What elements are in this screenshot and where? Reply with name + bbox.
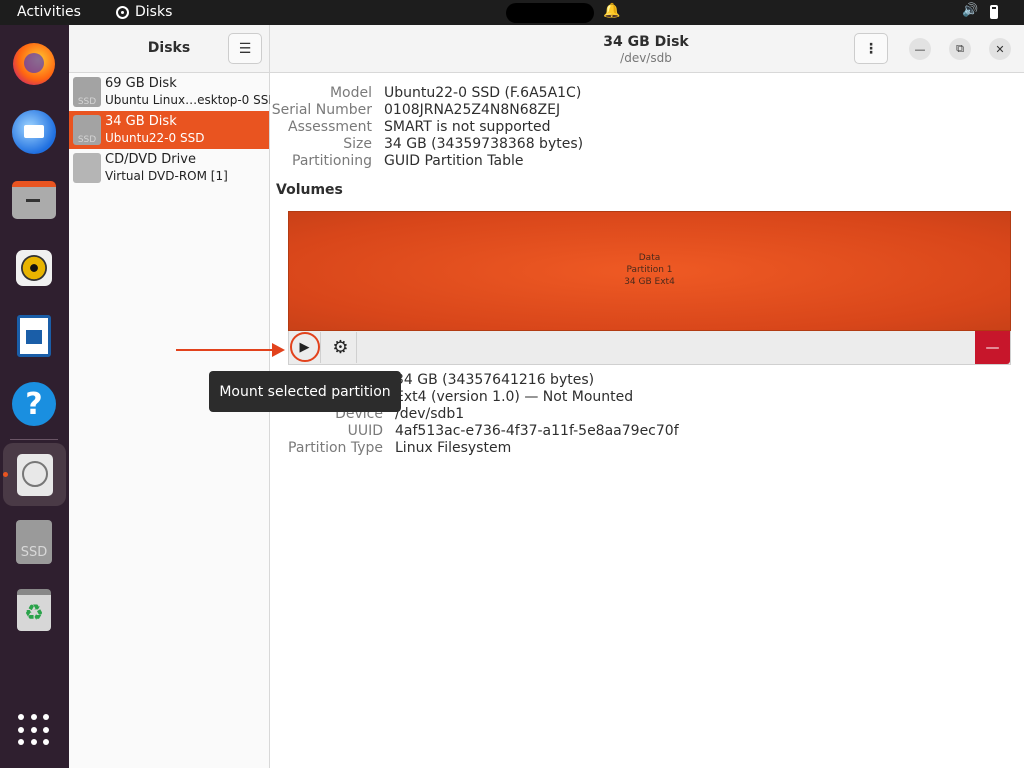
firefox-icon	[13, 43, 55, 85]
ssd-icon: SSD	[73, 77, 101, 107]
dvd-drive-icon	[73, 153, 101, 183]
disk-name: CD/DVD Drive	[105, 152, 196, 167]
show-apps-button[interactable]	[9, 705, 59, 755]
disk-item-34gb[interactable]: SSD 34 GB Disk Ubuntu22-0 SSD	[69, 111, 269, 149]
gear-icon: ⚙	[332, 337, 349, 358]
libreoffice-writer-icon	[17, 315, 51, 357]
kebab-icon: ⋮	[864, 40, 878, 57]
drive-partitioning-label: Partitioning	[292, 153, 372, 169]
drive-partitioning-value: GUID Partition Table	[384, 153, 524, 169]
volume-icon[interactable]: 🔊	[962, 3, 978, 18]
hamburger-menu-button[interactable]: ☰	[228, 33, 262, 64]
minimize-button[interactable]: —	[909, 38, 931, 60]
disk-name: 69 GB Disk	[105, 76, 177, 91]
drive-model-label: Model	[329, 85, 372, 101]
dock-separator	[10, 439, 58, 440]
drive-size-value: 34 GB (34359738368 bytes)	[384, 136, 584, 152]
top-bar: Activities Disks 🔔 🔊	[0, 0, 1024, 25]
close-icon: ✕	[995, 42, 1005, 56]
partition-contents-value: Ext4 (version 1.0) — Not Mounted	[395, 389, 634, 405]
dock: ? SSD ♻	[0, 25, 69, 768]
dock-trash[interactable]: ♻	[9, 585, 59, 635]
header-bar: 34 GB Disk /dev/sdb ⋮ — ⧉ ✕	[270, 25, 1024, 73]
drive-size-label: Size	[343, 136, 372, 152]
maximize-icon: ⧉	[956, 42, 964, 55]
dock-ssd-drive[interactable]: SSD	[9, 517, 59, 567]
hamburger-icon: ☰	[238, 40, 252, 57]
dock-writer[interactable]	[9, 311, 59, 361]
partition-label-name: Data	[638, 253, 661, 263]
partition-device-value: /dev/sdb1	[395, 406, 465, 422]
dock-files[interactable]	[9, 175, 59, 225]
drive-serial-value: 0108JRNA25Z4N8N68ZEJ	[384, 102, 561, 118]
dock-help[interactable]: ?	[9, 379, 59, 429]
mount-button[interactable]: ▶	[289, 332, 321, 363]
app-grid-icon	[18, 714, 50, 746]
drive-options-button[interactable]: ⋮	[854, 33, 888, 64]
help-icon: ?	[12, 382, 56, 426]
dock-rhythmbox[interactable]	[9, 243, 59, 293]
disk-item-69gb[interactable]: SSD 69 GB Disk Ubuntu Linux…esktop-0 SSD	[69, 73, 278, 111]
dock-thunderbird[interactable]	[9, 107, 59, 157]
thunderbird-icon	[12, 110, 56, 154]
volume-toolbar: ▶ ⚙ —	[288, 331, 1011, 365]
disk-model: Ubuntu Linux…esktop-0 SSD	[105, 93, 278, 107]
disk-name: 34 GB Disk	[105, 114, 177, 129]
close-button[interactable]: ✕	[989, 38, 1011, 60]
files-icon	[12, 181, 56, 219]
partition-uuid-value: 4af513ac-e736-4f37-a11f-5e8aa79ec70f	[395, 423, 679, 439]
activities-button[interactable]: Activities	[17, 4, 81, 20]
disk-item-dvd[interactable]: CD/DVD Drive Virtual DVD-ROM [1]	[69, 149, 269, 187]
partition-block[interactable]: Data Partition 1 34 GB Ext4	[288, 211, 1011, 331]
dock-disks[interactable]	[3, 443, 66, 506]
disks-app-icon	[116, 5, 129, 19]
partition-type-label: Partition Type	[288, 440, 383, 456]
mount-tooltip: Mount selected partition	[209, 371, 401, 412]
app-menu[interactable]: Disks	[116, 4, 172, 20]
volumes-heading: Volumes	[276, 182, 343, 198]
rhythmbox-icon	[16, 250, 52, 286]
running-indicator	[3, 472, 8, 477]
drive-assessment-label: Assessment	[288, 119, 372, 135]
partition-label-size: 34 GB Ext4	[624, 277, 675, 287]
ssd-icon: SSD	[73, 115, 101, 145]
ssd-drive-icon: SSD	[16, 520, 52, 564]
battery-icon[interactable]	[990, 5, 998, 19]
partition-type-value: Linux Filesystem	[395, 440, 512, 456]
disk-model: Virtual DVD-ROM [1]	[105, 169, 228, 183]
app-menu-label: Disks	[135, 4, 173, 20]
drive-model-value: Ubuntu22-0 SSD (F.6A5A1C)	[384, 85, 582, 101]
trash-icon: ♻	[17, 589, 51, 631]
dock-firefox[interactable]	[9, 39, 59, 89]
delete-partition-button[interactable]: —	[975, 331, 1010, 364]
highlight-circle	[290, 332, 320, 362]
drive-serial-label: Serial Number	[271, 102, 372, 118]
partition-uuid-label: UUID	[347, 423, 383, 439]
partition-label-number: Partition 1	[626, 265, 673, 275]
clock-redacted	[506, 3, 594, 23]
disk-model: Ubuntu22-0 SSD	[105, 131, 205, 145]
disks-icon	[16, 453, 53, 496]
partition-size-value: 34 GB (34357641216 bytes)	[395, 372, 595, 388]
sidebar-header: Disks ☰	[69, 25, 269, 73]
drive-assessment-value: SMART is not supported	[384, 119, 551, 135]
bell-icon[interactable]: 🔔	[603, 3, 620, 19]
minimize-icon: —	[914, 42, 926, 56]
annotation-arrow	[176, 343, 285, 357]
partition-options-button[interactable]: ⚙	[325, 332, 357, 363]
minus-icon: —	[985, 339, 1000, 356]
maximize-button[interactable]: ⧉	[949, 38, 971, 60]
